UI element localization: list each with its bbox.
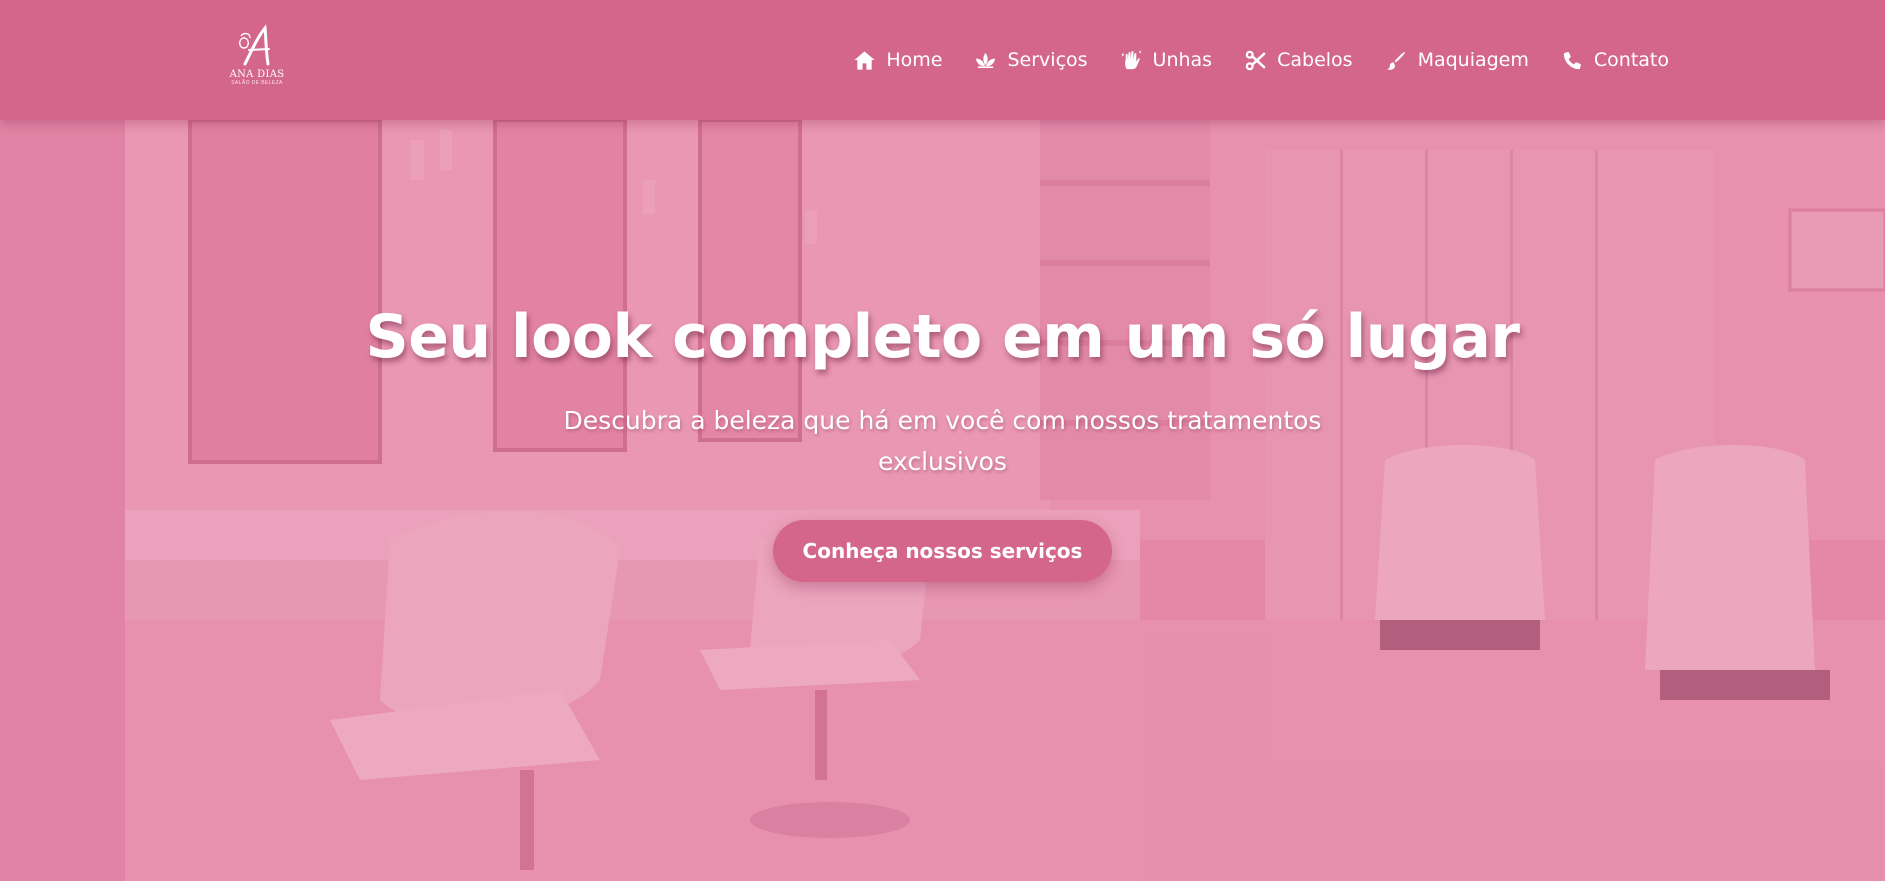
view-services-button[interactable]: Conheça nossos serviços (772, 520, 1113, 582)
site-header: ANA DIAS SALÃO DE BELEZA Home Serviços U… (0, 0, 1885, 120)
brand-name: ANA DIAS (229, 69, 285, 80)
nav-item-servicos[interactable]: Serviços (974, 49, 1088, 72)
nav-item-label: Serviços (1007, 49, 1088, 71)
hero-subtitle: Descubra a beleza que há em você com nos… (563, 406, 1322, 476)
brand-logo[interactable]: ANA DIAS SALÃO DE BELEZA (230, 24, 284, 86)
phone-icon (1561, 49, 1584, 72)
nav-item-maquiagem[interactable]: Maquiagem (1385, 49, 1529, 72)
scissors-icon (1244, 49, 1267, 72)
nav-item-home[interactable]: Home (853, 49, 942, 72)
nav-item-label: Contato (1593, 49, 1669, 71)
nav-item-label: Unhas (1152, 49, 1213, 71)
brush-icon (1385, 49, 1408, 72)
nav-item-contato[interactable]: Contato (1561, 49, 1669, 72)
nav-item-label: Maquiagem (1417, 49, 1529, 71)
nav-item-cabelos[interactable]: Cabelos (1244, 49, 1353, 72)
hero-content: Seu look completo em um só lugar Descubr… (0, 120, 1885, 881)
letter-a-portrait-logo-icon (239, 24, 270, 66)
nav-item-label: Cabelos (1277, 49, 1353, 71)
nav-item-label: Home (886, 49, 943, 71)
landing-page: ANA DIAS SALÃO DE BELEZA Home Serviços U… (0, 0, 1885, 881)
hand-sparkles-icon (1120, 49, 1143, 72)
hero-title: Seu look completo em um só lugar (365, 302, 1520, 372)
brand-tagline: SALÃO DE BELEZA (231, 80, 283, 86)
home-icon (853, 49, 876, 72)
main-nav: Home Serviços Unhas Cabelos Maquiagem Co… (853, 0, 1669, 120)
nav-item-unhas[interactable]: Unhas (1120, 49, 1213, 72)
hero-section: Seu look completo em um só lugar Descubr… (0, 120, 1885, 881)
lotus-icon (974, 49, 997, 72)
